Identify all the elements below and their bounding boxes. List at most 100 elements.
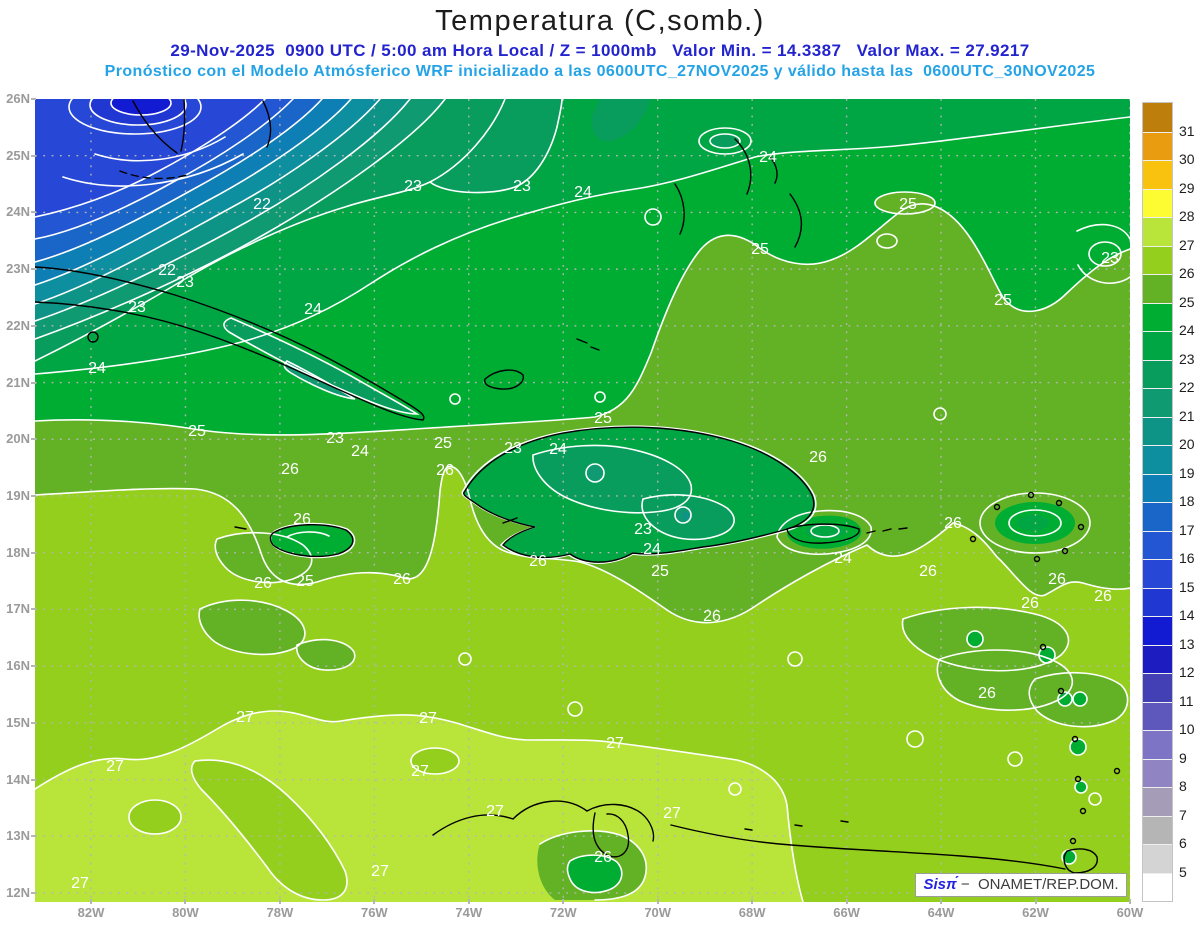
page-title: Temperatura (C,somb.) (435, 5, 765, 37)
weather-chart-page: Temperatura (C,somb.) 29-Nov-2025 0900 U… (0, 0, 1200, 927)
contour-label: 24 (304, 301, 322, 318)
colorbar-cell (1143, 730, 1172, 759)
colorbar-tick-label: 25 (1179, 293, 1195, 310)
contour-label: 23 (504, 440, 522, 457)
lat-tick-mark (31, 551, 36, 554)
colorbar-cell (1143, 388, 1172, 417)
contour-label: 26 (529, 553, 547, 570)
lat-tick-label: 20N (6, 431, 30, 447)
lat-tick-label: 19N (6, 487, 30, 503)
colorbar-cell (1143, 302, 1172, 331)
model-info-line: Pronóstico con el Modelo Atmósferico WRF… (104, 63, 1096, 80)
contour-label: 22 (253, 196, 271, 213)
contour-label: 25 (188, 423, 206, 440)
watermark-separator: − (956, 876, 978, 893)
colorbar-cell (1143, 815, 1172, 844)
colorbar-tick-label: 18 (1179, 493, 1195, 509)
colorbar-tick-label: 5 (1179, 863, 1187, 880)
contour-label: 23 (634, 521, 652, 538)
contour-label: 25 (751, 241, 769, 258)
colorbar-cell (1143, 502, 1172, 531)
lat-tick-label: 18N (6, 544, 30, 560)
colorbar-tick-label: 13 (1179, 635, 1195, 652)
lon-tick-label: 76W (360, 905, 388, 920)
sispi-logo: Sisπ́ (923, 876, 957, 893)
contour-label: 26 (919, 563, 937, 580)
lon-tick-label: 74W (455, 905, 483, 920)
colorbar-cell (1143, 131, 1172, 160)
colorbar-cell (1143, 274, 1172, 303)
contour-label: 22 (158, 262, 176, 279)
lat-tick-mark (31, 608, 36, 611)
contour-label: 24 (549, 441, 567, 458)
colorbar-tick-label: 9 (1179, 749, 1187, 766)
lat-tick-mark (31, 778, 36, 781)
lon-tick-label: 68W (738, 905, 766, 920)
colorbar-cell (1143, 473, 1172, 502)
colorbar-cell (1143, 530, 1172, 559)
lat-tick-mark (31, 154, 36, 157)
lon-tick-mark (656, 899, 659, 904)
contour-label: 25 (594, 410, 612, 427)
contour-label: 24 (88, 360, 106, 377)
lon-tick-mark (184, 899, 187, 904)
colorbar-tick-label: 22 (1179, 379, 1195, 395)
lat-tick-label: 26N (6, 91, 30, 106)
colorbar-cell (1143, 245, 1172, 274)
colorbar-cell (1143, 103, 1172, 132)
lat-tick-label: 21N (6, 374, 30, 390)
lat-tick-mark (31, 268, 36, 271)
contour-label: 24 (759, 149, 777, 166)
contour-label: 26 (281, 461, 299, 478)
contour-label: 23 (404, 178, 422, 195)
contour-label: 25 (899, 196, 917, 213)
contour-label: 27 (663, 805, 681, 822)
colorbar-cell (1143, 644, 1172, 673)
lat-tick-label: 13N (6, 828, 30, 844)
colorbar-cell (1143, 616, 1172, 645)
lon-tick-label: 70W (644, 905, 672, 920)
contour-label: 27 (419, 710, 437, 727)
colorbar-tick-label: 12 (1179, 664, 1195, 680)
colorbar-cell (1143, 872, 1172, 901)
colorbar-cell (1143, 844, 1172, 873)
contour-label: 26 (703, 608, 721, 625)
lat-tick-mark (31, 381, 36, 384)
contour-label: 27 (106, 758, 124, 775)
lon-tick-label: 60W (1116, 905, 1144, 920)
lat-tick-mark (31, 891, 36, 894)
contour-label: 24 (574, 184, 592, 201)
colorbar-tick-label: 24 (1179, 322, 1195, 338)
lon-tick-mark (1034, 899, 1037, 904)
colorbar-tick-label: 28 (1179, 208, 1195, 224)
temperature-shading (35, 99, 1130, 902)
colorbar-tick-label: 14 (1179, 607, 1195, 623)
lat-tick-label: 23N (6, 261, 30, 277)
colorbar-tick-label: 15 (1179, 578, 1195, 595)
contour-label: 25 (994, 292, 1012, 309)
lat-tick-mark (31, 438, 36, 441)
lat-tick-mark (31, 98, 36, 100)
contour-label: 26 (594, 849, 612, 866)
contour-label: 25 (296, 573, 314, 590)
contour-label: 23 (176, 274, 194, 291)
lat-tick-label: 17N (6, 601, 30, 617)
lat-tick-label: 25N (6, 147, 30, 163)
colorbar-tick-label: 17 (1179, 521, 1195, 538)
contour-label: 26 (1094, 588, 1112, 605)
lat-tick-label: 16N (6, 658, 30, 674)
contour-label: 26 (393, 571, 411, 588)
lon-tick-mark (90, 899, 92, 904)
lat-tick-mark (31, 835, 36, 838)
colorbar-cell (1143, 331, 1172, 360)
contour-label: 23 (1101, 250, 1119, 267)
contour-label: 26 (809, 449, 827, 466)
lon-tick-label: 64W (927, 905, 955, 920)
colorbar-tick-label: 23 (1179, 350, 1195, 367)
contour-label: 23 (326, 430, 344, 447)
colorbar-tick-label: 19 (1179, 464, 1195, 481)
lat-tick-label: 15N (6, 714, 30, 730)
watermark-badge: Sisπ́ − ONAMET/REP.DOM. (915, 873, 1127, 897)
colorbar-tick-label: 11 (1179, 692, 1194, 709)
lon-tick-mark (751, 899, 754, 904)
